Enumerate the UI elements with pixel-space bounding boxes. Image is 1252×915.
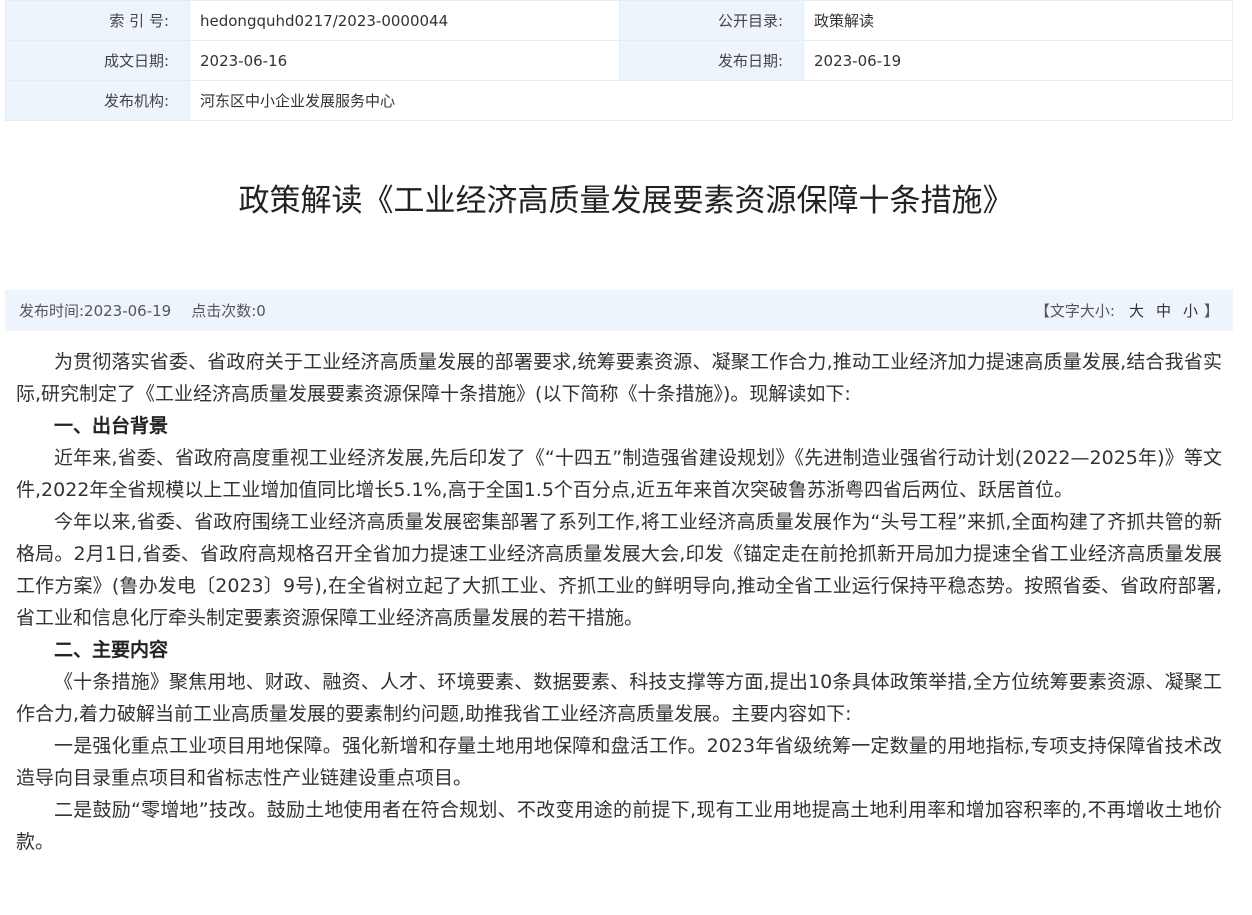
font-size-close-bracket: 】 bbox=[1203, 302, 1219, 320]
index-value: hedongquhd0217/2023-0000044 bbox=[189, 0, 620, 41]
paragraph-measure-2: 二是鼓励“零增地”技改。鼓励土地使用者在符合规划、不改变用途的前提下,现有工业用… bbox=[16, 799, 1222, 853]
font-size-label: 【文字大小: bbox=[1034, 302, 1115, 320]
click-count: 点击次数:0 bbox=[191, 302, 266, 320]
publish-date-value: 2023-06-19 bbox=[803, 40, 1233, 81]
article-info-bar: 发布时间:2023-06-19 点击次数:0 【文字大小: 大 中 小 】 bbox=[5, 290, 1233, 331]
article-body: 为贯彻落实省委、省政府关于工业经济高质量发展的部署要求,统筹要素资源、凝聚工作合… bbox=[16, 346, 1222, 858]
font-size-medium-button[interactable]: 中 bbox=[1156, 300, 1171, 321]
paragraph-background-1: 近年来,省委、省政府高度重视工业经济发展,先后印发了《“十四五”制造强省建设规划… bbox=[16, 447, 1222, 501]
org-value: 河东区中小企业发展服务中心 bbox=[189, 80, 1233, 121]
publish-date-label: 发布日期: bbox=[619, 40, 804, 81]
publish-time: 发布时间:2023-06-19 bbox=[19, 302, 172, 320]
written-date-label: 成文日期: bbox=[5, 40, 190, 81]
info-row-org: 发布机构: 河东区中小企业发展服务中心 bbox=[5, 80, 1233, 121]
page-title: 政策解读《工业经济高质量发展要素资源保障十条措施》 bbox=[238, 183, 1014, 219]
font-size-control: 【文字大小: 大 中 小 】 bbox=[1035, 300, 1219, 321]
info-row-index: 索 引 号: hedongquhd0217/2023-0000044 公开目录:… bbox=[5, 0, 1233, 41]
paragraph-main-content-intro: 《十条措施》聚焦用地、财政、融资、人才、环境要素、数据要素、科技支撑等方面,提出… bbox=[16, 671, 1222, 725]
info-table: 索 引 号: hedongquhd0217/2023-0000044 公开目录:… bbox=[5, 0, 1233, 121]
font-size-large-button[interactable]: 大 bbox=[1129, 300, 1144, 321]
index-label: 索 引 号: bbox=[5, 0, 190, 41]
section-heading-background: 一、出台背景 bbox=[54, 415, 169, 437]
catalog-label: 公开目录: bbox=[619, 0, 804, 41]
paragraph-measure-1: 一是强化重点工业项目用地保障。强化新增和存量土地用地保障和盘活工作。2023年省… bbox=[16, 735, 1222, 789]
catalog-value: 政策解读 bbox=[803, 0, 1233, 41]
info-row-dates: 成文日期: 2023-06-16 发布日期: 2023-06-19 bbox=[5, 40, 1233, 81]
written-date-value: 2023-06-16 bbox=[189, 40, 620, 81]
org-label: 发布机构: bbox=[5, 80, 190, 121]
font-size-small-button[interactable]: 小 bbox=[1183, 300, 1198, 321]
paragraph-intro: 为贯彻落实省委、省政府关于工业经济高质量发展的部署要求,统筹要素资源、凝聚工作合… bbox=[16, 351, 1222, 405]
section-heading-main-content: 二、主要内容 bbox=[54, 639, 169, 661]
paragraph-background-2: 今年以来,省委、省政府围绕工业经济高质量发展密集部署了系列工作,将工业经济高质量… bbox=[16, 511, 1222, 629]
